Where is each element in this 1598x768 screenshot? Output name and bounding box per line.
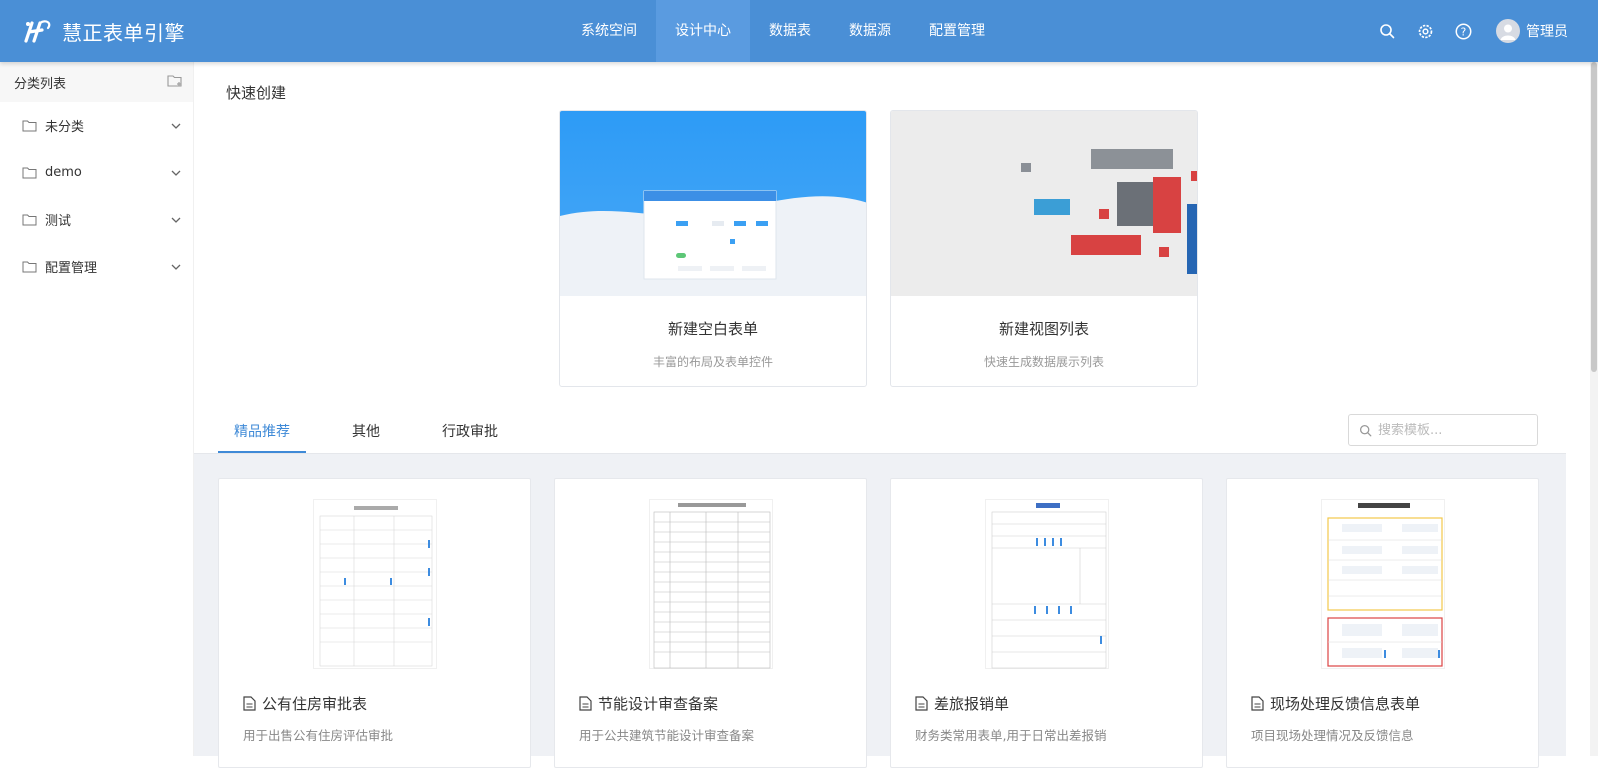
nav-item-data-table[interactable]: 数据表 bbox=[750, 0, 830, 62]
main-content: 快速创建 新建空白表单 丰富的布局及表单控件 新建视图列表 快速生成数据展示列表… bbox=[194, 62, 1566, 768]
nav-item-system-space[interactable]: 系统空间 bbox=[562, 0, 656, 62]
template-name-text: 节能设计审查备案 bbox=[598, 695, 719, 713]
tab-other[interactable]: 其他 bbox=[336, 414, 396, 453]
chevron-down-icon[interactable] bbox=[171, 217, 181, 223]
template-thumbnail bbox=[648, 499, 773, 669]
card-subtitle: 快速生成数据展示列表 bbox=[983, 355, 1104, 369]
template-card[interactable]: 公有住房审批表 用于出售公有住房评估审批 bbox=[218, 478, 531, 768]
template-desc: 项目现场处理情况及反馈信息 bbox=[1251, 728, 1414, 743]
nav-item-data-source[interactable]: 数据源 bbox=[830, 0, 910, 62]
view-list-illustration bbox=[891, 111, 1197, 296]
folder-icon bbox=[22, 167, 37, 179]
template-name: 公有住房审批表 bbox=[243, 693, 367, 714]
sidebar-item-uncategorized[interactable]: 未分类 bbox=[0, 102, 193, 149]
card-subtitle: 丰富的布局及表单控件 bbox=[652, 355, 773, 369]
document-icon bbox=[915, 696, 928, 711]
nav-item-design-center[interactable]: 设计中心 bbox=[656, 0, 750, 62]
document-icon bbox=[579, 696, 592, 711]
main-nav: 系统空间 设计中心 数据表 数据源 配置管理 bbox=[562, 0, 1004, 62]
search-icon[interactable] bbox=[1377, 21, 1397, 41]
template-search[interactable] bbox=[1348, 414, 1538, 446]
gear-icon[interactable] bbox=[1415, 21, 1435, 41]
chevron-down-icon[interactable] bbox=[171, 123, 181, 129]
new-blank-form-card[interactable]: 新建空白表单 丰富的布局及表单控件 bbox=[559, 110, 867, 387]
template-desc: 财务类常用表单,用于日常出差报销 bbox=[915, 728, 1107, 743]
sidebar-item-demo[interactable]: demo bbox=[0, 149, 193, 196]
template-thumbnail bbox=[984, 499, 1109, 669]
template-desc: 用于公共建筑节能设计审查备案 bbox=[579, 728, 755, 743]
app-logo[interactable]: 慧正表单引擎 bbox=[22, 15, 185, 47]
nav-item-config-management[interactable]: 配置管理 bbox=[910, 0, 1004, 62]
card-title: 新建视图列表 bbox=[998, 320, 1089, 338]
tab-featured[interactable]: 精品推荐 bbox=[218, 414, 306, 453]
category-sidebar: 分类列表 未分类 demo 测试 配置管理 bbox=[0, 62, 194, 756]
template-name-text: 差旅报销单 bbox=[934, 695, 1010, 713]
page-scrollbar[interactable] bbox=[1590, 62, 1598, 756]
card-title: 新建空白表单 bbox=[667, 320, 758, 338]
quick-create-title: 快速创建 bbox=[226, 84, 287, 102]
sidebar-item-label: demo bbox=[45, 165, 82, 180]
template-card[interactable]: 节能设计审查备案 用于公共建筑节能设计审查备案 bbox=[554, 478, 867, 768]
new-view-list-card[interactable]: 新建视图列表 快速生成数据展示列表 bbox=[890, 110, 1198, 387]
svg-text:?: ? bbox=[1460, 25, 1466, 38]
template-name: 现场处理反馈信息表单 bbox=[1251, 693, 1420, 714]
template-name: 差旅报销单 bbox=[915, 693, 1009, 714]
sidebar-item-label: 测试 bbox=[45, 214, 72, 229]
chevron-down-icon[interactable] bbox=[171, 170, 181, 176]
header-actions: ? 管理员 bbox=[1368, 0, 1568, 62]
top-header: 慧正表单引擎 系统空间 设计中心 数据表 数据源 配置管理 ? 管理员 bbox=[0, 0, 1598, 62]
folder-icon bbox=[22, 120, 37, 132]
sidebar-item-label: 未分类 bbox=[45, 120, 85, 135]
template-card[interactable]: 差旅报销单 财务类常用表单,用于日常出差报销 bbox=[890, 478, 1203, 768]
folder-icon bbox=[22, 214, 37, 226]
app-title: 慧正表单引擎 bbox=[62, 20, 185, 45]
template-desc: 用于出售公有住房评估审批 bbox=[243, 728, 394, 743]
avatar[interactable] bbox=[1496, 19, 1520, 43]
sidebar-item-test[interactable]: 测试 bbox=[0, 196, 193, 243]
sidebar-title: 分类列表 bbox=[14, 76, 67, 92]
search-icon bbox=[1359, 424, 1372, 436]
template-thumbnail bbox=[1320, 499, 1445, 669]
template-tabs: 精品推荐 其他 行政审批 bbox=[218, 414, 544, 454]
add-folder-icon[interactable] bbox=[167, 73, 183, 92]
user-name[interactable]: 管理员 bbox=[1526, 21, 1568, 41]
sidebar-item-config-management[interactable]: 配置管理 bbox=[0, 243, 193, 290]
template-name: 节能设计审查备案 bbox=[579, 693, 718, 714]
template-thumbnail bbox=[312, 499, 437, 669]
template-card[interactable]: 现场处理反馈信息表单 项目现场处理情况及反馈信息 bbox=[1226, 478, 1539, 768]
blank-form-illustration bbox=[560, 111, 866, 296]
logo-icon bbox=[24, 20, 51, 43]
folder-icon bbox=[22, 261, 37, 273]
sidebar-header: 分类列表 bbox=[0, 62, 193, 102]
chevron-down-icon[interactable] bbox=[171, 264, 181, 270]
scrollbar-thumb[interactable] bbox=[1591, 62, 1597, 372]
help-icon[interactable]: ? bbox=[1453, 21, 1473, 41]
template-name-text: 现场处理反馈信息表单 bbox=[1270, 695, 1421, 713]
document-icon bbox=[243, 696, 256, 711]
sidebar-item-label: 配置管理 bbox=[45, 261, 98, 276]
template-gallery: 公有住房审批表 用于出售公有住房评估审批 节能设计审查备案 用于公共建筑节能设计… bbox=[194, 453, 1566, 768]
template-name-text: 公有住房审批表 bbox=[262, 695, 368, 713]
tab-admin-approval[interactable]: 行政审批 bbox=[426, 414, 514, 453]
search-input[interactable] bbox=[1378, 422, 1528, 438]
document-icon bbox=[1251, 696, 1264, 711]
